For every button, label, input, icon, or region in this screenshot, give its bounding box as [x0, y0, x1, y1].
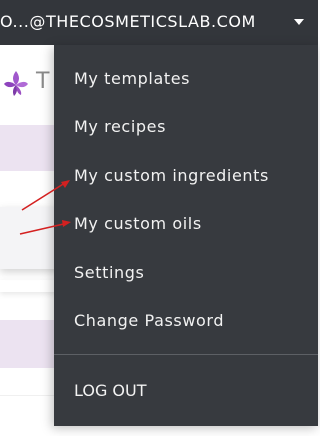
menu-item-label: My custom oils [74, 214, 202, 233]
menu-item-label: My custom ingredients [74, 166, 269, 185]
divider-line [0, 395, 60, 396]
account-dropdown-menu: My templates My recipes My custom ingred… [54, 45, 318, 426]
top-navbar: O...@THECOSMETICSLAB.COM [0, 0, 318, 45]
menu-item-my-templates[interactable]: My templates [54, 59, 318, 99]
account-menu-toggle[interactable]: O...@THECOSMETICSLAB.COM [0, 0, 318, 45]
menu-item-label: My templates [74, 69, 191, 88]
menu-item-my-custom-oils[interactable]: My custom oils [54, 204, 318, 244]
menu-item-label: LOG OUT [74, 381, 147, 400]
menu-item-my-recipes[interactable]: My recipes [54, 107, 318, 147]
menu-item-label: Settings [74, 263, 145, 282]
menu-item-label: My recipes [74, 117, 167, 136]
menu-item-change-password[interactable]: Change Password [54, 301, 318, 341]
menu-divider [54, 354, 318, 355]
menu-item-log-out[interactable]: LOG OUT [54, 371, 318, 411]
menu-item-my-custom-ingredients[interactable]: My custom ingredients [54, 156, 318, 196]
caret-down-icon [294, 19, 304, 25]
purple-leaf-logo-icon [4, 71, 28, 96]
menu-item-settings[interactable]: Settings [54, 253, 318, 293]
content-card-edge [0, 280, 60, 292]
account-email-label: O...@THECOSMETICSLAB.COM [0, 12, 256, 31]
menu-item-label: Change Password [74, 311, 225, 330]
logo-text: T [36, 69, 50, 94]
